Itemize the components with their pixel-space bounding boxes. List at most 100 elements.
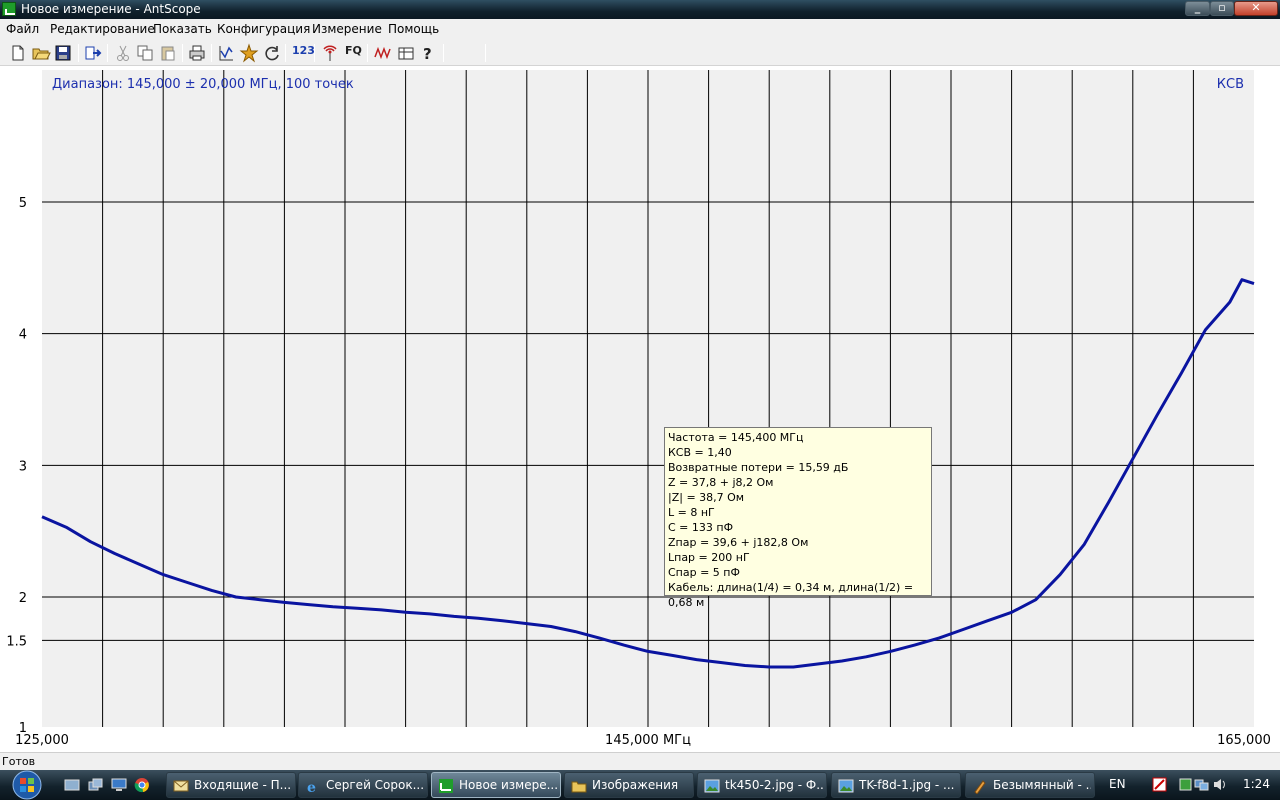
start-button[interactable]	[4, 770, 50, 800]
clock[interactable]: 1:24	[1243, 777, 1270, 791]
menu-measurement[interactable]: Измерение	[312, 22, 382, 36]
tooltip-line: КСВ = 1,40	[668, 446, 732, 459]
taskbar-item-image-1[interactable]: tk450-2.jpg - Ф...	[697, 772, 827, 798]
status-text: Готов	[2, 755, 36, 768]
security-icon[interactable]	[1152, 777, 1167, 792]
taskbar-item-label: Безымянный - ...	[993, 778, 1091, 792]
x-tick-right: 165,000	[1217, 733, 1271, 748]
toolbar-separator	[78, 44, 79, 62]
menu-view[interactable]: Показать	[153, 22, 212, 36]
new-file-icon[interactable]	[8, 43, 28, 63]
tooltip-line: Z = 37,8 + j8,2 Ом	[668, 476, 774, 489]
window-title: Новое измерение - AntScope	[21, 2, 201, 16]
refresh-icon[interactable]	[262, 43, 282, 63]
title-bar: Новое измерение - AntScope _ ▫ ✕	[0, 0, 1280, 19]
taskbar-item-paint[interactable]: Безымянный - ...	[965, 772, 1095, 798]
minimize-button[interactable]: _	[1185, 1, 1210, 16]
y-tick-label: 4	[19, 328, 27, 343]
paint-icon	[972, 778, 988, 795]
app-icon	[2, 2, 16, 16]
menu-edit[interactable]: Редактирование	[50, 22, 155, 36]
folder-icon	[571, 778, 587, 794]
mail-icon	[173, 778, 189, 794]
chrome-icon[interactable]	[134, 777, 150, 793]
x-tick-center: 145,000 МГц	[605, 733, 691, 748]
image-viewer-icon	[838, 778, 854, 794]
swr-chart-svg: 54321.51 Диапазон: 145,000 ± 20,000 МГц,…	[6, 70, 1271, 748]
export-icon[interactable]	[83, 43, 103, 63]
y-tick-label: 3	[19, 459, 27, 474]
cut-icon[interactable]	[113, 43, 133, 63]
mode-label: КСВ	[1217, 77, 1244, 92]
paste-icon[interactable]	[158, 43, 178, 63]
close-button[interactable]: ✕	[1234, 1, 1278, 16]
copy-icon[interactable]	[135, 43, 155, 63]
antenna-icon[interactable]	[320, 43, 340, 63]
star-burst-icon[interactable]	[239, 43, 259, 63]
toolbar-separator	[443, 44, 444, 62]
y-tick-label: 1.5	[6, 634, 27, 649]
toolbar: 123 FQ ?	[0, 40, 1280, 66]
tooltip-line: L = 8 нГ	[668, 506, 715, 519]
print-icon[interactable]	[187, 43, 207, 63]
taskbar-item-mail[interactable]: Входящие - П...	[166, 772, 296, 798]
computer-icon[interactable]	[111, 777, 127, 793]
taskbar-item-browser[interactable]: e Сергей Сорок...	[298, 772, 428, 798]
range-label: Диапазон: 145,000 ± 20,000 МГц, 100 точе…	[52, 77, 354, 92]
taskbar-item-antscope[interactable]: Новое измере...	[431, 772, 561, 798]
taskbar-item-label: TK-f8d-1.jpg - ...	[859, 778, 955, 792]
taskbar-item-label: Изображения	[592, 778, 679, 792]
taskbar-item-label: Новое измере...	[459, 778, 557, 792]
switch-windows-icon[interactable]	[88, 777, 104, 793]
menu-bar: Файл Редактирование Показать Конфигураци…	[0, 19, 1280, 40]
taskbar-item-image-2[interactable]: TK-f8d-1.jpg - ...	[831, 772, 961, 798]
y-tick-label: 2	[19, 591, 27, 606]
menu-file[interactable]: Файл	[6, 22, 39, 36]
taskbar-item-label: Входящие - П...	[194, 778, 292, 792]
toolbar-separator	[285, 44, 286, 62]
tooltip-line: C = 133 пФ	[668, 521, 734, 534]
taskbar-item-folder[interactable]: Изображения	[564, 772, 694, 798]
taskbar: Входящие - П... e Сергей Сорок... Новое …	[0, 770, 1280, 800]
y-tick-label: 5	[19, 196, 27, 211]
tooltip-line: Кабель: длина(1/4) = 0,34 м, длина(1/2) …	[668, 581, 914, 609]
save-icon[interactable]	[53, 43, 73, 63]
waveform-icon[interactable]	[373, 43, 393, 63]
ie-icon: e	[305, 778, 321, 796]
chart-axes-icon[interactable]	[216, 43, 236, 63]
menu-configuration[interactable]: Конфигурация	[217, 22, 310, 36]
svg-text:?: ?	[423, 45, 432, 63]
tooltip-line: Возвратные потери = 15,59 дБ	[668, 461, 849, 474]
toolbar-separator	[485, 44, 486, 62]
svg-text:e: e	[307, 780, 316, 794]
tooltip-line: Частота = 145,400 МГц	[668, 431, 804, 444]
help-icon[interactable]: ?	[418, 43, 438, 63]
taskbar-item-label: Сергей Сорок...	[326, 778, 424, 792]
toolbar-separator	[107, 44, 108, 62]
table-icon[interactable]	[396, 43, 416, 63]
swr-chart[interactable]: 5 4 3 2 1.5 1 Диапазон: 145,000 ± 20,000 МГц,…	[0, 66, 1280, 752]
maximize-button[interactable]: ▫	[1210, 1, 1234, 16]
taskbar-item-label: tk450-2.jpg - Ф...	[725, 778, 823, 792]
volume-icon[interactable]	[1212, 777, 1227, 792]
open-folder-icon[interactable]	[31, 43, 51, 63]
system-tray: EN 1:24	[1100, 770, 1280, 800]
123-icon[interactable]: 123	[292, 44, 315, 57]
toolbar-separator	[314, 44, 315, 62]
menu-help[interactable]: Помощь	[388, 22, 439, 36]
measurement-tooltip: Частота = 145,400 МГц КСВ = 1,40 Возврат…	[664, 427, 932, 609]
toolbar-separator	[367, 44, 368, 62]
toolbar-separator	[182, 44, 183, 62]
y-axis-ticks: 54321.51	[6, 196, 27, 736]
network-icon[interactable]	[1194, 777, 1209, 792]
tray-app-icon[interactable]	[1178, 777, 1193, 792]
image-viewer-icon	[704, 778, 720, 794]
tooltip-line: |Z| = 38,7 Ом	[668, 491, 745, 504]
x-tick-left: 125,000	[15, 733, 69, 748]
tooltip-line: Lпар = 200 нГ	[668, 551, 750, 564]
status-bar: Готов	[0, 752, 1280, 770]
antscope-icon	[438, 778, 454, 794]
show-desktop-icon[interactable]	[64, 777, 80, 793]
language-indicator[interactable]: EN	[1109, 777, 1126, 791]
fq-icon[interactable]: FQ	[345, 44, 362, 57]
